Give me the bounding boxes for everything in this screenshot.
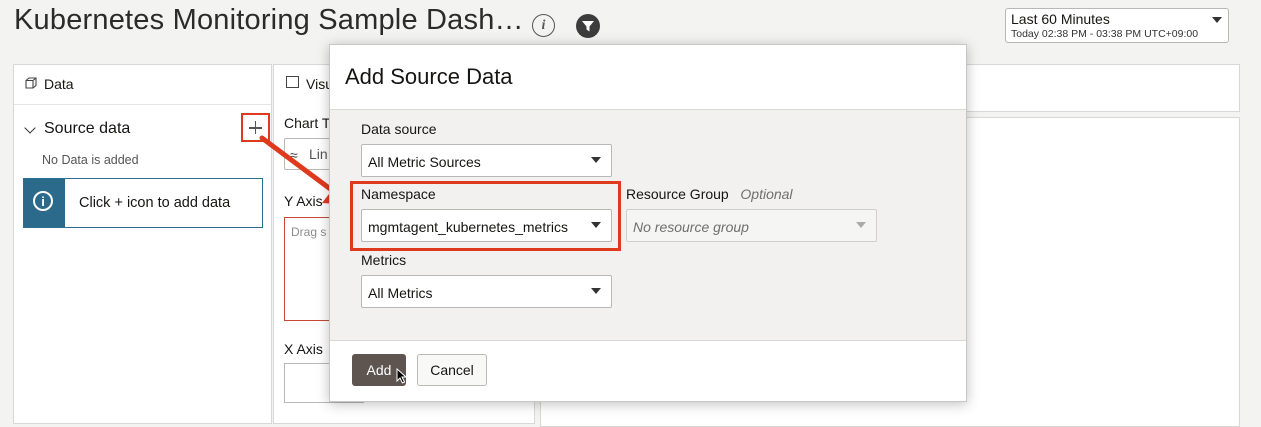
add-source-button[interactable] [241, 113, 270, 142]
data-panel-header: Data [14, 65, 271, 105]
chevron-down-icon [591, 157, 601, 163]
chevron-down-icon [1212, 17, 1222, 23]
plus-icon-vertical [254, 121, 257, 134]
funnel-icon [582, 21, 594, 32]
add-source-data-dialog: Add Source Data Data source All Metric S… [329, 44, 967, 402]
resource-group-label: Resource Group Optional [626, 186, 793, 202]
x-axis-label: X Axis [284, 341, 323, 357]
time-range-label: Last 60 Minutes [1011, 11, 1110, 27]
data-source-value: All Metric Sources [368, 154, 481, 170]
metrics-label: Metrics [361, 252, 407, 268]
dialog-title: Add Source Data [345, 64, 513, 89]
resource-group-placeholder: No resource group [633, 219, 749, 235]
data-source-select[interactable]: All Metric Sources [361, 144, 612, 177]
mouse-cursor-icon [396, 368, 408, 384]
cube-icon [25, 77, 37, 89]
data-source-label: Data source [361, 121, 437, 137]
resource-group-select[interactable]: No resource group [626, 209, 877, 242]
info-icon[interactable]: i [532, 14, 555, 37]
chart-type-value: Lin [309, 146, 328, 162]
line-chart-icon: ≈ [290, 147, 298, 163]
chevron-down-icon [856, 222, 866, 228]
chevron-down-icon[interactable] [24, 122, 36, 134]
hint-text: Click + icon to add data [79, 195, 231, 211]
chart-type-label: Chart T [284, 115, 331, 131]
namespace-label: Namespace [361, 186, 436, 202]
time-range-detail: Today 02:38 PM - 03:38 PM UTC+09:00 [1011, 28, 1199, 40]
chevron-down-icon [591, 288, 601, 294]
hint-icon-bar: i [24, 179, 65, 227]
data-panel-title: Data [44, 76, 74, 92]
info-icon: i [33, 191, 53, 211]
add-data-hint: i Click + icon to add data [23, 178, 263, 228]
data-panel: Data Source data No Data is added i Clic… [13, 64, 272, 424]
namespace-value: mgmtagent_kubernetes_metrics [368, 219, 568, 235]
namespace-select[interactable]: mgmtagent_kubernetes_metrics [361, 209, 612, 242]
time-range-select[interactable]: Last 60 Minutes Today 02:38 PM - 03:38 P… [1005, 8, 1229, 43]
y-axis-drop-placeholder: Drag s [291, 225, 327, 239]
cancel-button[interactable]: Cancel [417, 354, 487, 386]
y-axis-label: Y Axis [284, 193, 323, 209]
metrics-value: All Metrics [368, 285, 433, 301]
source-data-section-title[interactable]: Source data [44, 120, 130, 138]
resource-group-label-text: Resource Group [626, 186, 729, 202]
empty-state-text: No Data is added [42, 153, 139, 167]
filter-icon[interactable] [576, 14, 600, 38]
optional-hint: Optional [740, 186, 793, 202]
chevron-down-icon [591, 222, 601, 228]
monitor-icon [286, 76, 299, 88]
page-title: Kubernetes Monitoring Sample Dash… [14, 4, 524, 36]
metrics-select[interactable]: All Metrics [361, 275, 612, 308]
